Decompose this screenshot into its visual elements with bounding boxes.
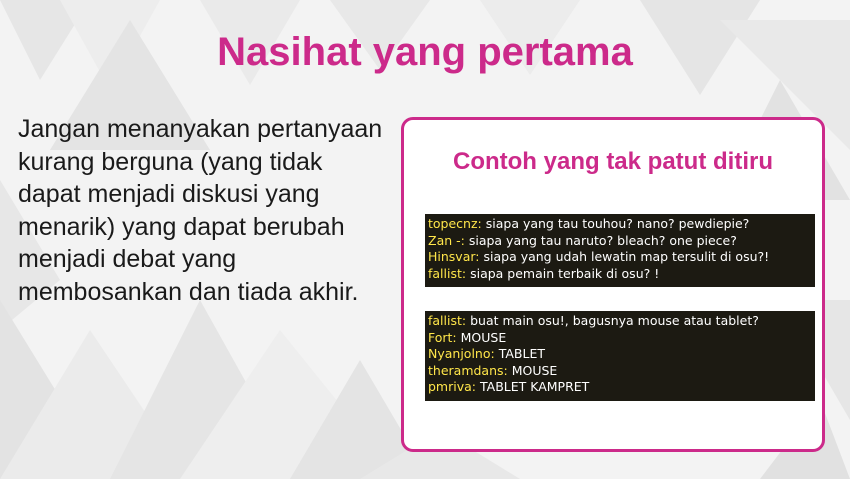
chat-username: Hinsvar: [428, 249, 480, 264]
chat-message: buat main osu!, bagusnya mouse atau tabl… [470, 313, 759, 328]
chat-line: fallist: buat main osu!, bagusnya mouse … [428, 313, 812, 330]
chat-message: TABLET KAMPRET [479, 379, 590, 394]
chat-username: Nyanjolno: [428, 346, 495, 361]
chat-username: Fort: [428, 329, 457, 345]
chat-username: theramdans: [428, 362, 508, 378]
chat-username: topecnz: [428, 216, 482, 231]
chat-line: Zan -: siapa yang tau naruto? bleach? on… [428, 233, 812, 250]
chat-line: theramdans: MOUSE [428, 363, 812, 380]
chat-message: siapa yang udah lewatin map tersulit di … [483, 249, 770, 264]
chat-message: MOUSE [460, 329, 507, 345]
chat-line: Fort: MOUSE [428, 330, 812, 347]
example-title: Contoh yang tak patut ditiru [453, 148, 773, 175]
chat-log-2: fallist: buat main osu!, bagusnya mouse … [425, 311, 815, 401]
chat-username: fallist: [428, 265, 467, 281]
chat-message: siapa pemain terbaik di osu? ! [470, 265, 660, 281]
chat-line: topecnz: siapa yang tau touhou? nano? pe… [428, 216, 812, 233]
chat-message: siapa yang tau touhou? nano? pewdiepie? [485, 216, 750, 231]
chat-username: pmriva: [428, 379, 476, 394]
advice-text: Jangan menanyakan pertanyaan kurang berg… [18, 115, 383, 306]
chat-message: siapa yang tau naruto? bleach? one piece… [468, 232, 737, 248]
chat-message: MOUSE [511, 362, 558, 378]
chat-line: pmriva: TABLET KAMPRET [428, 379, 812, 396]
slide-title: Nasihat yang pertama [217, 30, 633, 74]
chat-message: TABLET [498, 346, 545, 361]
chat-username: Zan -: [428, 232, 465, 248]
chat-username: fallist: [428, 313, 467, 328]
chat-line: Nyanjolno: TABLET [428, 346, 812, 363]
chat-log-1: topecnz: siapa yang tau touhou? nano? pe… [425, 214, 815, 287]
chat-line: Hinsvar: siapa yang udah lewatin map ter… [428, 249, 812, 266]
chat-line: fallist: siapa pemain terbaik di osu? ! [428, 266, 812, 283]
example-box: Contoh yang tak patut ditiru topecnz: si… [401, 117, 825, 452]
